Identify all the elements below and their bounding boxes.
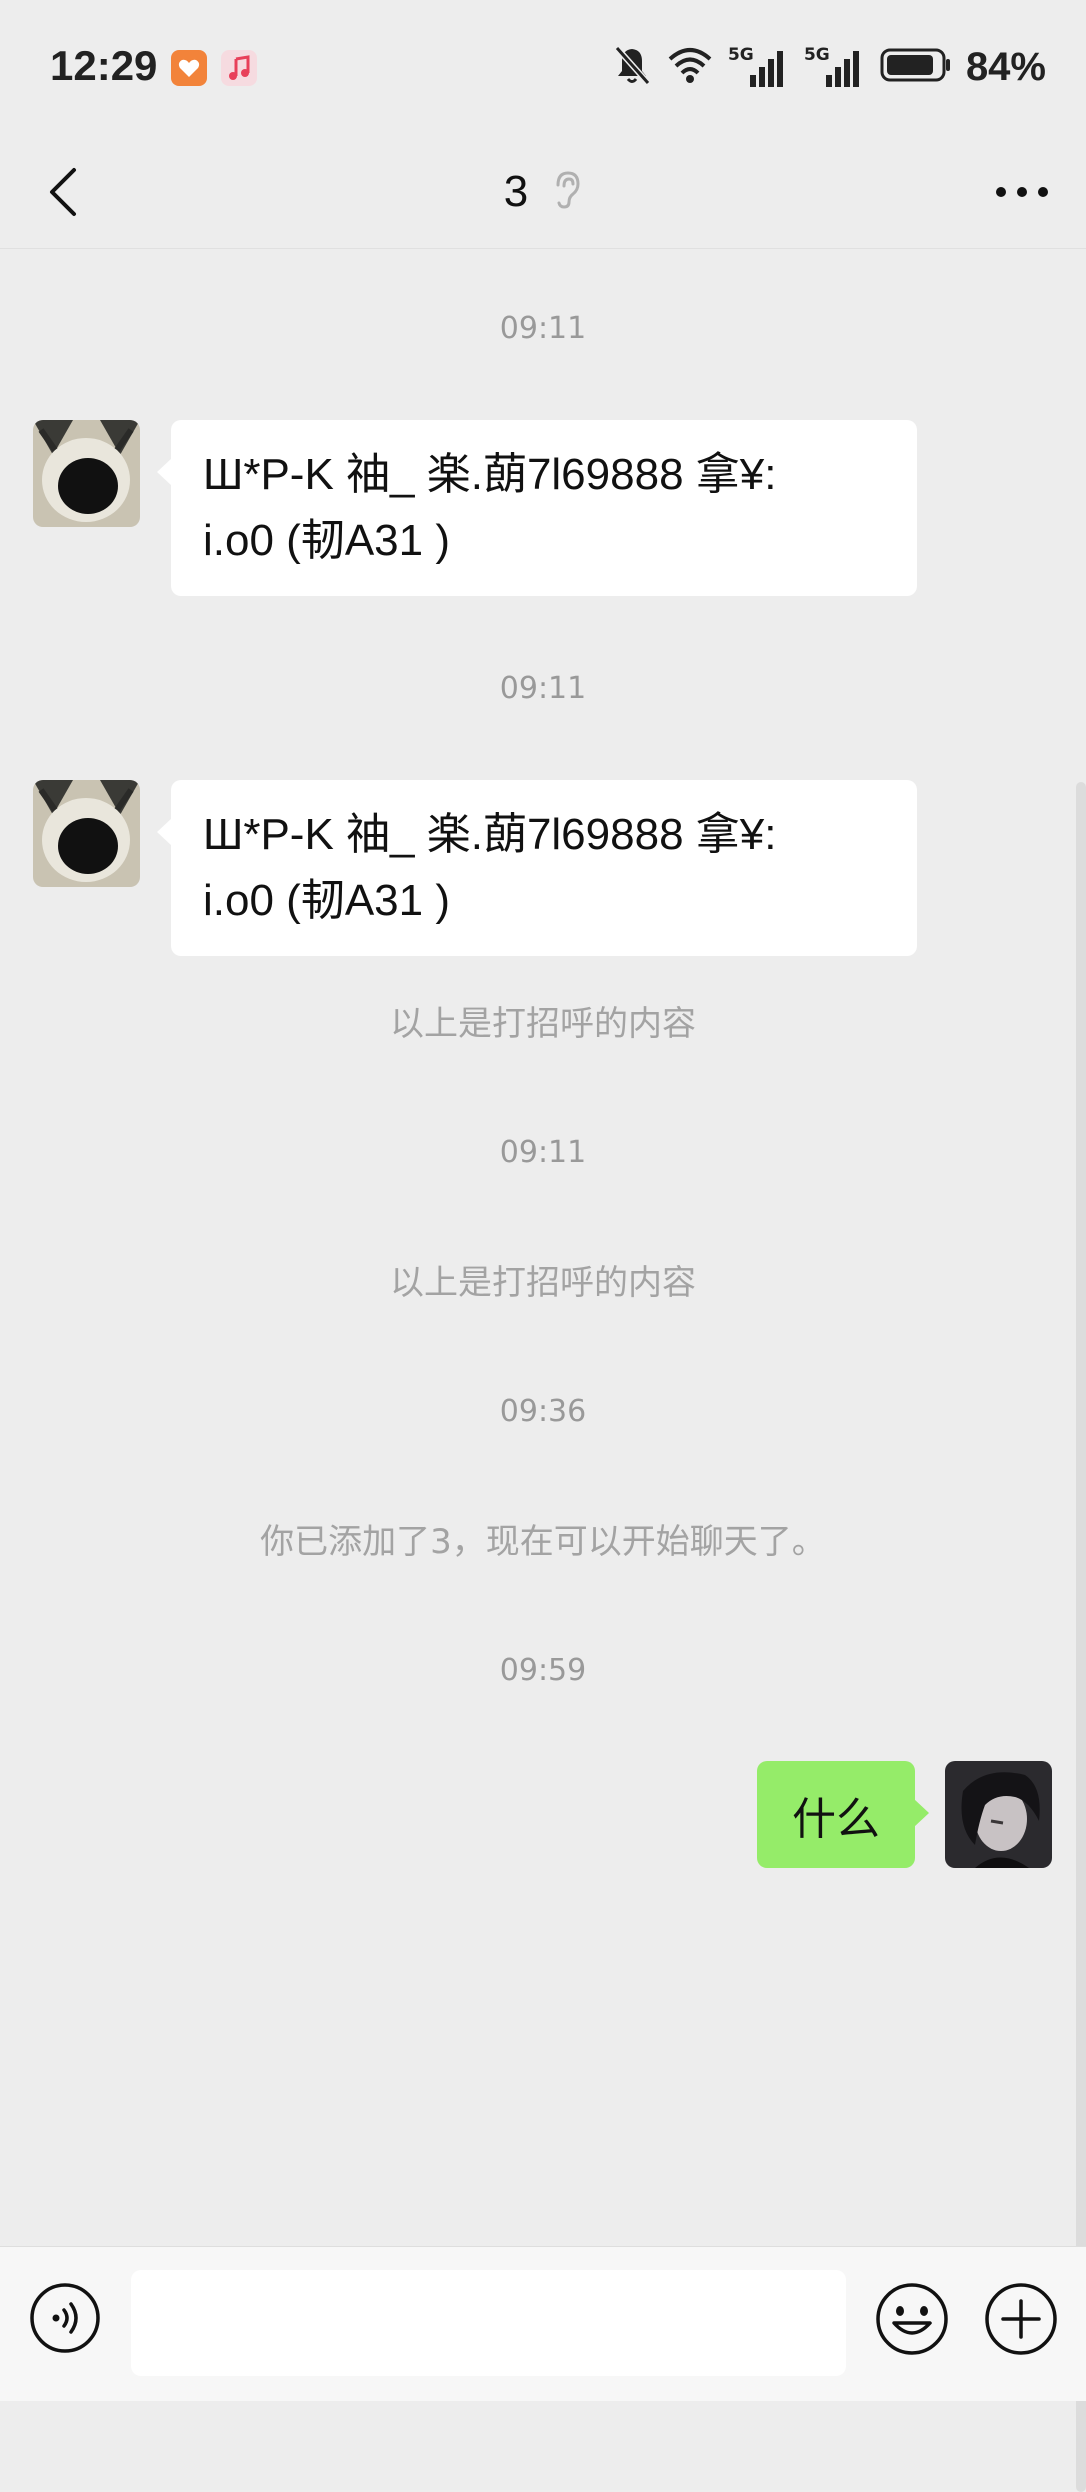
chat-title: 3 bbox=[503, 167, 529, 216]
message-text-line: i.o0 (韧A31 ) bbox=[203, 876, 450, 925]
signal-5g-icon: 5G bbox=[804, 45, 866, 89]
system-notice: 以上是打招呼的内容 bbox=[390, 1004, 696, 1044]
chat-message-list[interactable]: 09:11 Ш*P-K 䄂_ 楽.蓢7l69888 拿¥: i.o0 (韧A31… bbox=[0, 249, 1086, 2492]
battery-icon bbox=[880, 47, 952, 87]
more-dots-icon bbox=[996, 187, 1048, 197]
chat-input-bar bbox=[0, 2246, 1086, 2401]
chat-header: 3 bbox=[0, 136, 1086, 249]
emoji-button[interactable] bbox=[874, 2281, 950, 2357]
emoji-icon bbox=[876, 2283, 948, 2355]
message-timestamp: 09:59 bbox=[499, 1653, 587, 1688]
more-functions-button[interactable] bbox=[983, 2281, 1059, 2357]
message-text: 什么 bbox=[792, 1793, 880, 1845]
status-time: 12:29 bbox=[50, 42, 158, 89]
incoming-message-bubble[interactable]: Ш*P-K 䄂_ 楽.蓢7l69888 拿¥: i.o0 (韧A31 ) bbox=[157, 780, 917, 956]
plus-circle-icon bbox=[985, 2283, 1057, 2355]
contact-avatar[interactable] bbox=[33, 780, 140, 887]
signal-5g-icon: 5G bbox=[728, 45, 790, 89]
incoming-message-bubble[interactable]: Ш*P-K 䄂_ 楽.蓢7l69888 拿¥: i.o0 (韧A31 ) bbox=[157, 420, 917, 596]
message-text-line: Ш*P-K 䄂_ 楽.蓢7l69888 拿¥: bbox=[203, 450, 777, 499]
battery-percent: 84% bbox=[965, 44, 1046, 89]
message-timestamp: 09:11 bbox=[499, 311, 587, 346]
voice-icon bbox=[30, 2283, 100, 2353]
wifi-icon bbox=[666, 45, 714, 89]
message-text-line: i.o0 (韧A31 ) bbox=[203, 516, 450, 565]
title-group: 3 bbox=[0, 136, 1086, 248]
system-notice: 以上是打招呼的内容 bbox=[390, 1263, 696, 1303]
status-bar: 12:29 5G 5G 84% bbox=[0, 0, 1086, 136]
app-badge-orange-icon bbox=[171, 50, 207, 86]
message-timestamp: 09:36 bbox=[499, 1394, 587, 1429]
message-timestamp: 09:11 bbox=[499, 1135, 587, 1170]
system-notice: 你已添加了3，现在可以开始聊天了。 bbox=[260, 1522, 826, 1562]
status-indicators: 5G 5G 84% bbox=[612, 42, 1046, 92]
my-avatar[interactable] bbox=[945, 1761, 1052, 1868]
message-input[interactable] bbox=[131, 2270, 846, 2376]
music-app-icon bbox=[221, 50, 257, 86]
contact-avatar[interactable] bbox=[33, 420, 140, 527]
more-button[interactable] bbox=[988, 158, 1056, 226]
message-timestamp: 09:11 bbox=[499, 671, 587, 706]
outgoing-message-bubble[interactable]: 什么 bbox=[757, 1761, 929, 1868]
message-text-line: Ш*P-K 䄂_ 楽.蓢7l69888 拿¥: bbox=[203, 810, 777, 859]
voice-button[interactable] bbox=[28, 2281, 102, 2355]
bell-muted-icon bbox=[612, 43, 652, 91]
ear-icon bbox=[552, 169, 582, 215]
